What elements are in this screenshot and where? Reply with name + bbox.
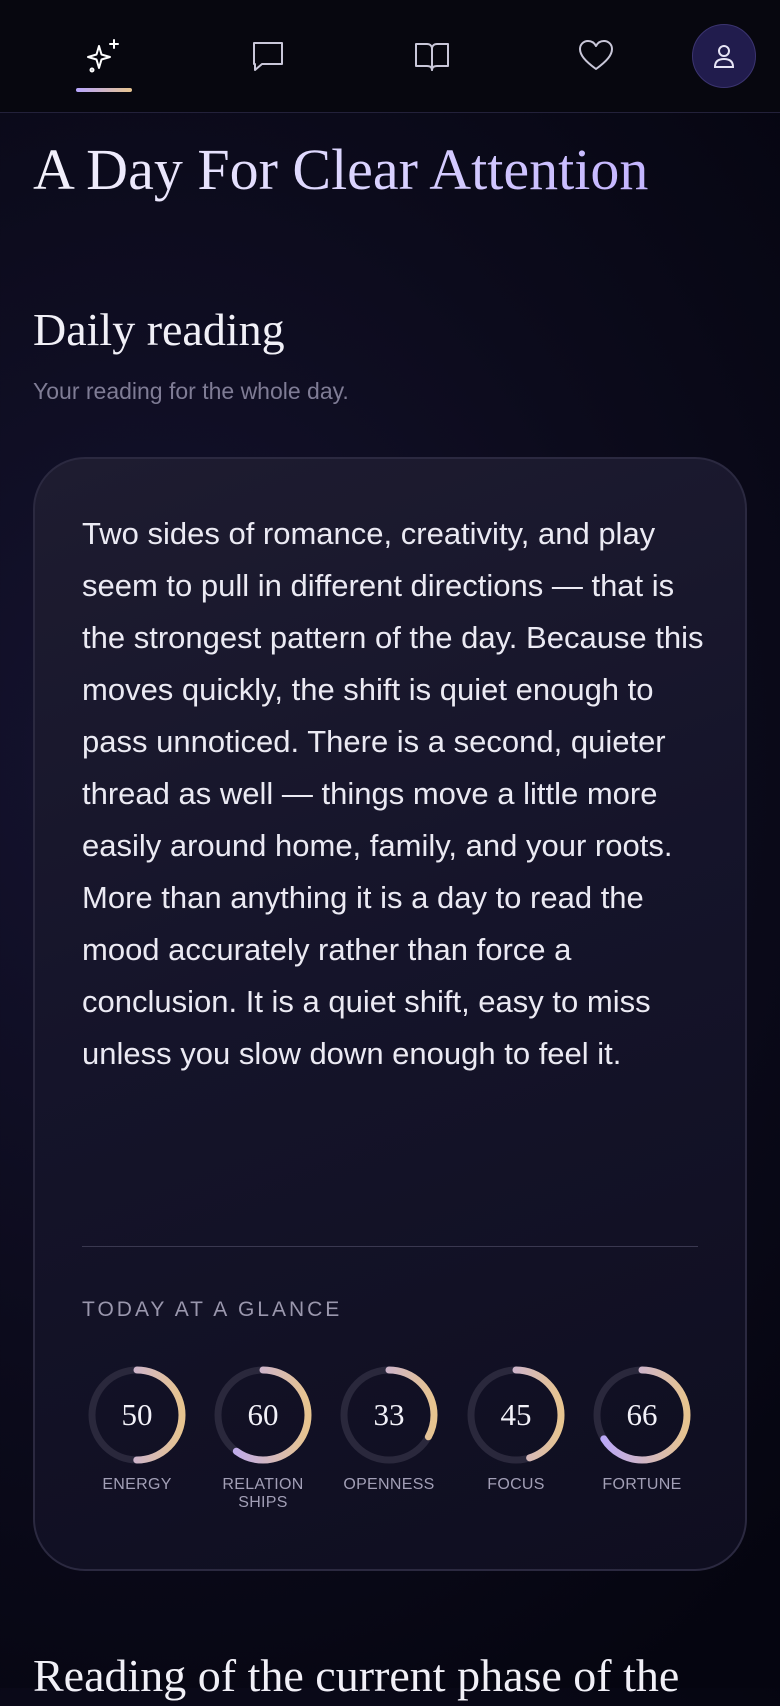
daily-reading-heading: Daily reading (33, 304, 285, 355)
nav-tab-library[interactable] (388, 22, 476, 96)
meter-label: FOCUS (487, 1476, 545, 1493)
meter-fortune: 66 FORTUNE (587, 1360, 697, 1494)
sparkles-icon (87, 39, 119, 73)
profile-avatar-button[interactable] (692, 24, 756, 88)
meter-focus: 45 FOCUS (461, 1360, 571, 1494)
user-icon (713, 45, 735, 68)
nav-tab-daily[interactable] (60, 22, 148, 96)
active-tab-indicator (76, 88, 132, 92)
daily-reading-subtitle: Your reading for the whole day. (33, 378, 349, 404)
daily-reading-body: Two sides of romance, creativity, and pl… (82, 516, 704, 1071)
heart-icon (579, 40, 613, 70)
meter-label: RELATION SHIPS (222, 1476, 304, 1511)
current-phase-heading: Reading of the current phase of the (33, 1650, 680, 1701)
meter-relationships: 60 RELATION SHIPS (208, 1360, 318, 1512)
card-divider (82, 1246, 698, 1247)
meter-label: OPENNESS (343, 1476, 435, 1493)
meter-value: 45 (500, 1397, 532, 1432)
meter-value: 33 (373, 1397, 405, 1432)
meter-energy: 50 ENERGY (82, 1360, 192, 1494)
book-icon (415, 43, 449, 71)
glance-heading: TODAY AT A GLANCE (82, 1298, 343, 1321)
top-navigation (0, 0, 780, 113)
chat-icon (253, 42, 283, 71)
meter-value: 60 (247, 1397, 279, 1432)
page-title: A Day For Clear Attention (33, 134, 648, 206)
nav-tab-favorites[interactable] (552, 22, 640, 96)
meter-label: FORTUNE (602, 1476, 682, 1493)
meter-value: 50 (121, 1397, 153, 1432)
meter-value: 66 (626, 1397, 658, 1432)
meter-openness: 33 OPENNESS (334, 1360, 444, 1494)
meter-label: ENERGY (102, 1476, 172, 1493)
nav-tab-chat[interactable] (224, 22, 312, 96)
